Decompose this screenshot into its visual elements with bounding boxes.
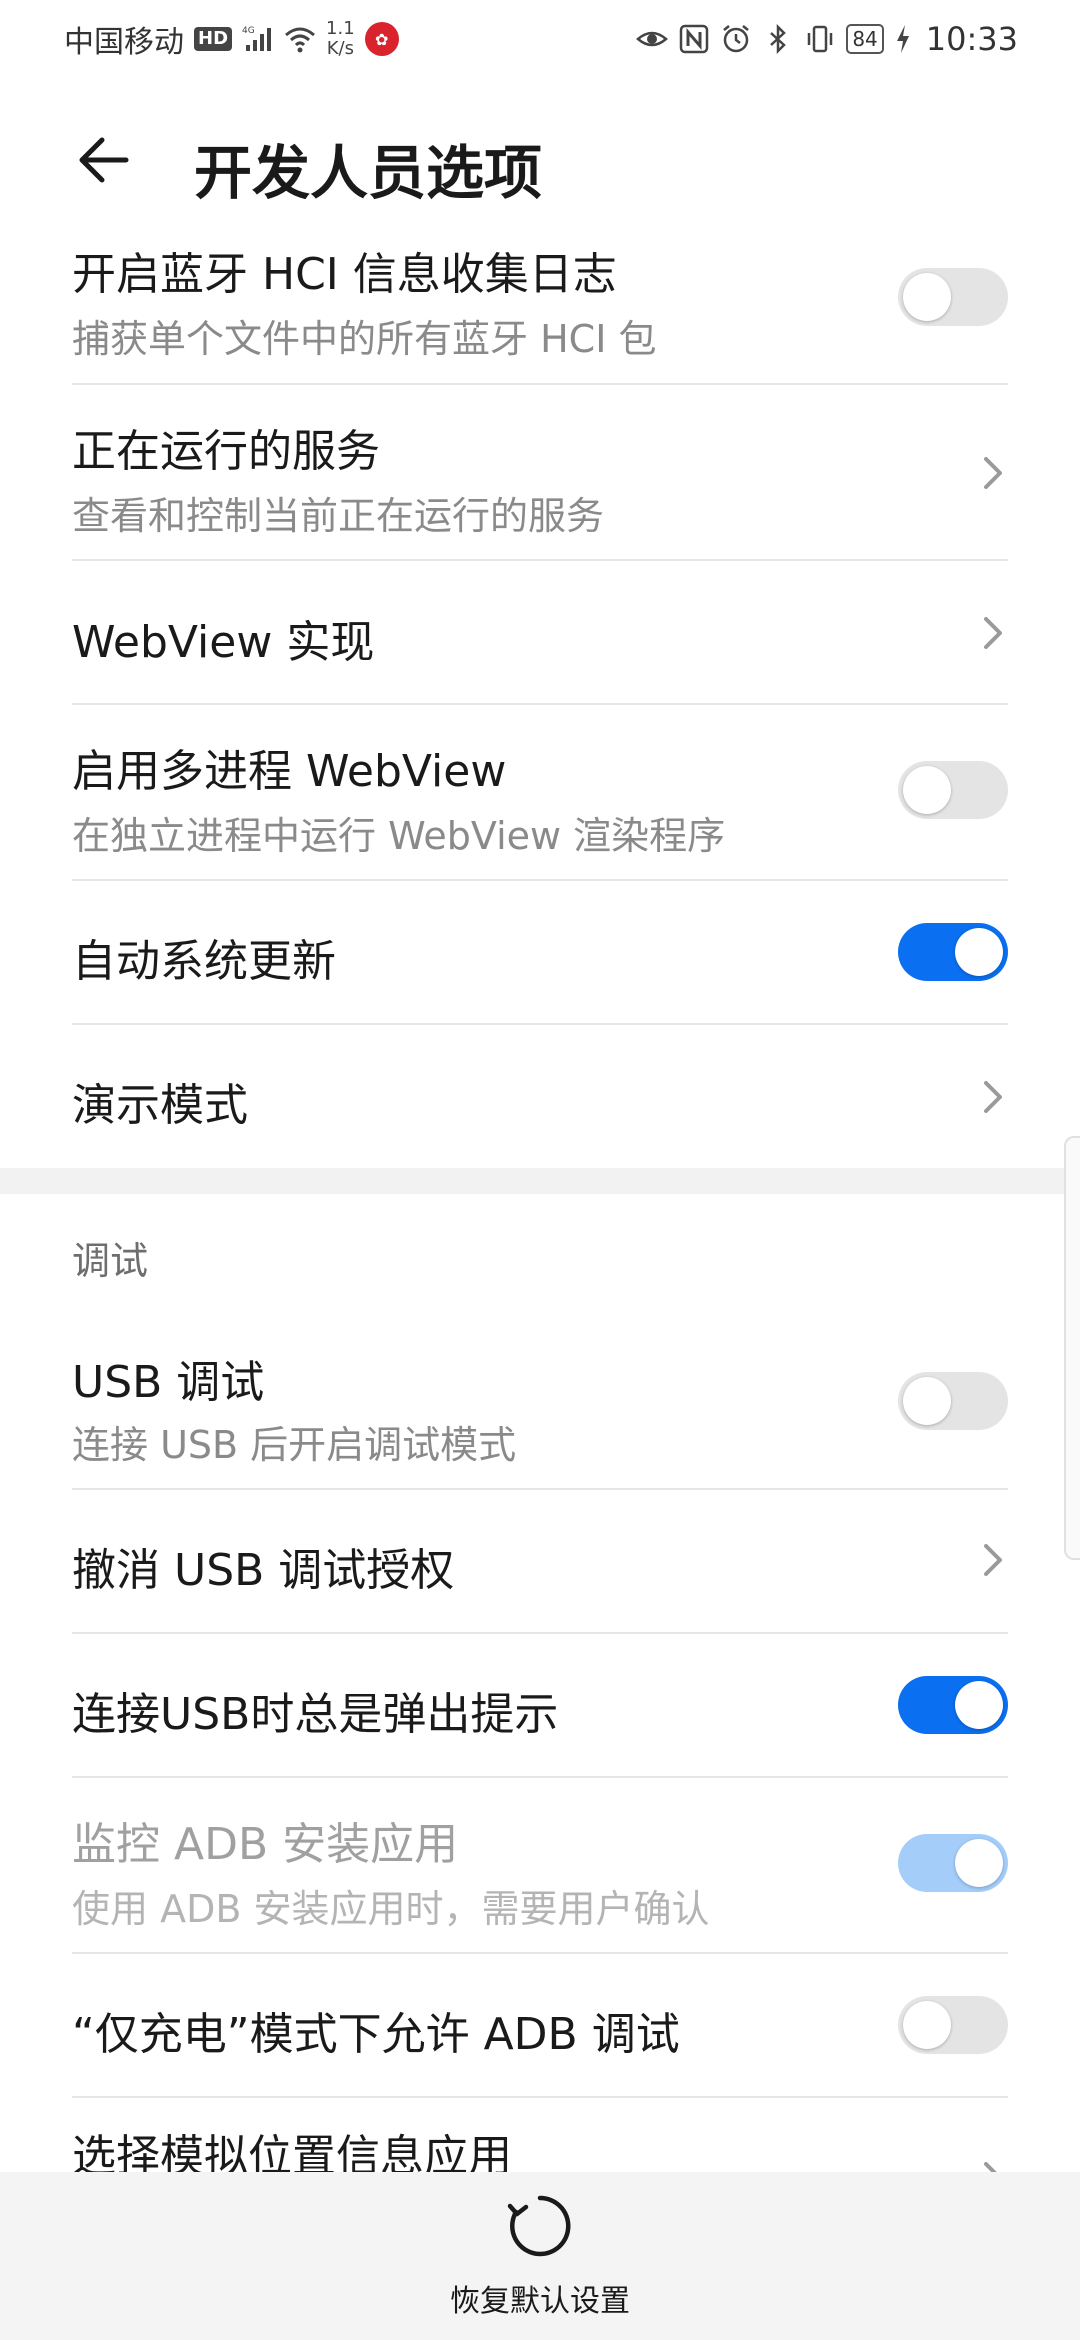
running-services-row[interactable]: 正在运行的服务 查看和控制当前正在运行的服务 <box>0 385 1080 559</box>
row-title: WebView 实现 <box>72 617 375 668</box>
nfc-icon <box>680 24 709 54</box>
app-header: 开发人员选项 <box>0 108 1080 212</box>
multiprocess-webview-toggle[interactable] <box>898 761 1008 819</box>
row-title: 启用多进程 WebView <box>72 746 507 797</box>
vibrate-icon <box>808 25 833 53</box>
network-speed-value: 1.1 <box>326 18 355 39</box>
network-speed: 1.1 K/s <box>326 19 355 59</box>
row-subtitle: 使用 ADB 安装应用时，需要用户确认 <box>72 1887 710 1931</box>
network-speed-unit: K/s <box>326 38 354 59</box>
row-title: 选择模拟位置信息应用 <box>72 2131 512 2172</box>
row-subtitle: 在独立进程中运行 WebView 渲染程序 <box>72 814 726 858</box>
adb-charge-only-toggle[interactable] <box>898 1996 1008 2054</box>
webview-implementation-row[interactable]: WebView 实现 <box>0 561 1080 703</box>
hd-badge: HD <box>194 27 233 51</box>
carrier-name: 中国移动 <box>64 25 184 60</box>
adb-charge-only-row[interactable]: “仅充电”模式下允许 ADB 调试 <box>0 1954 1080 2096</box>
row-title: 撤消 USB 调试授权 <box>72 1545 455 1596</box>
page-title: 开发人员选项 <box>194 139 543 207</box>
reset-defaults-button[interactable]: 恢复默认设置 <box>390 2180 690 2330</box>
chevron-right-icon <box>984 1081 1002 1113</box>
status-bar-right: 84 10:33 <box>636 20 1018 58</box>
chevron-right-icon <box>984 1544 1002 1576</box>
mock-location-app-row[interactable]: 选择模拟位置信息应用 <box>0 2098 1080 2172</box>
chevron-right-icon <box>984 2162 997 2172</box>
revoke-usb-auth-row[interactable]: 撤消 USB 调试授权 <box>0 1490 1080 1632</box>
demo-mode-row[interactable]: 演示模式 <box>0 1025 1080 1167</box>
verify-adb-installs-toggle <box>898 1834 1008 1892</box>
usb-debugging-toggle[interactable] <box>898 1372 1008 1430</box>
multiprocess-webview-row[interactable]: 启用多进程 WebView 在独立进程中运行 WebView 渲染程序 <box>0 705 1080 879</box>
row-title: 正在运行的服务 <box>72 426 380 477</box>
app-notification-icon: ✿ <box>364 22 399 56</box>
bluetooth-hci-log-row[interactable]: 开启蓝牙 HCI 信息收集日志 捕获单个文件中的所有蓝牙 HCI 包 <box>0 212 1080 382</box>
cellular-signal-icon: 4G <box>242 26 272 51</box>
battery-indicator: 84 <box>846 24 884 54</box>
row-title: 演示模式 <box>72 1080 248 1131</box>
bluetooth-icon <box>770 23 787 55</box>
toggle-knob <box>955 928 1003 976</box>
row-title: 自动系统更新 <box>72 936 336 987</box>
scroll-indicator[interactable] <box>1064 1136 1080 1560</box>
row-title: “仅充电”模式下允许 ADB 调试 <box>72 2009 680 2060</box>
status-bar: 中国移动 HD 4G 1.1 K/s ✿ 84 10:33 <box>0 0 1080 78</box>
signal-label: 4G <box>242 26 255 36</box>
eye-comfort-icon <box>636 31 669 47</box>
row-title: 连接USB时总是弹出提示 <box>72 1689 559 1740</box>
usb-connect-prompt-toggle[interactable] <box>898 1676 1008 1734</box>
usb-connect-prompt-row[interactable]: 连接USB时总是弹出提示 <box>0 1634 1080 1776</box>
section-header-debugging: 调试 <box>72 1239 149 1283</box>
row-subtitle: 捕获单个文件中的所有蓝牙 HCI 包 <box>72 317 657 361</box>
charging-icon <box>896 25 909 53</box>
toggle-knob <box>955 1839 1003 1887</box>
auto-system-update-row[interactable]: 自动系统更新 <box>0 881 1080 1023</box>
toggle-knob <box>903 766 951 814</box>
usb-debugging-row[interactable]: USB 调试 连接 USB 后开启调试模式 <box>0 1316 1080 1488</box>
toggle-knob <box>955 1681 1003 1729</box>
bluetooth-hci-log-toggle[interactable] <box>898 268 1008 326</box>
reset-defaults-label: 恢复默认设置 <box>450 2284 630 2319</box>
toggle-knob <box>903 1377 951 1425</box>
verify-adb-installs-row: 监控 ADB 安装应用 使用 ADB 安装应用时，需要用户确认 <box>0 1778 1080 1952</box>
alarm-icon <box>723 25 750 53</box>
wifi-icon <box>285 27 315 53</box>
section-separator <box>0 1168 1080 1194</box>
row-subtitle: 查看和控制当前正在运行的服务 <box>72 494 605 538</box>
row-title: USB 调试 <box>72 1357 265 1408</box>
chevron-right-icon <box>984 617 1002 649</box>
auto-system-update-toggle[interactable] <box>898 923 1008 981</box>
toggle-knob <box>903 273 951 321</box>
restore-icon <box>507 2195 571 2257</box>
status-bar-left: 中国移动 HD 4G 1.1 K/s ✿ <box>64 17 399 61</box>
back-arrow-icon[interactable] <box>74 130 134 190</box>
row-title: 监控 ADB 安装应用 <box>72 1819 459 1870</box>
toggle-knob <box>903 2001 951 2049</box>
row-title: 开启蓝牙 HCI 信息收集日志 <box>72 249 617 300</box>
clock-time: 10:33 <box>925 20 1018 58</box>
row-subtitle: 连接 USB 后开启调试模式 <box>72 1423 517 1467</box>
chevron-right-icon <box>984 457 1002 489</box>
bottom-action-bar: 恢复默认设置 <box>0 2172 1080 2340</box>
